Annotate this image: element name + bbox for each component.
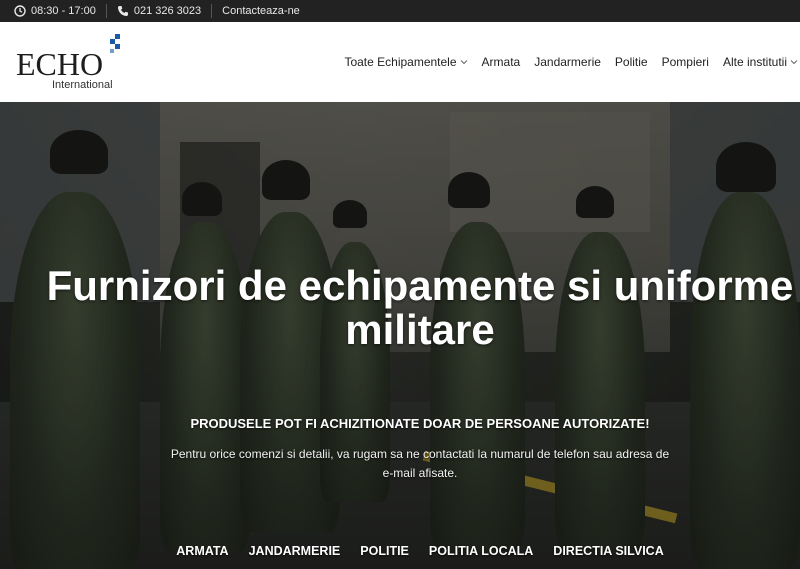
nav-label: Alte institutii <box>722 55 787 69</box>
logo-name: ECHO <box>16 46 104 82</box>
main-nav: Toate Echipamentele Armata Jandarmerie P… <box>344 22 800 102</box>
logo-mark-icon <box>110 34 120 53</box>
logo[interactable]: ECHO International <box>16 34 126 92</box>
category-link-directia-silvica[interactable]: DIRECTIA SILVICA <box>553 544 663 558</box>
hero-banner: Furnizori de echipamente si uniforme mil… <box>0 102 800 569</box>
nav-label: Politie <box>614 55 648 69</box>
nav-label: Toate Echipamentele <box>344 55 457 69</box>
category-link-jandarmerie[interactable]: JANDARMERIE <box>249 544 341 558</box>
working-hours: 08:30 - 17:00 <box>0 0 106 22</box>
phone-icon <box>117 6 128 16</box>
divider <box>211 4 213 18</box>
nav-item-pompieri[interactable]: Pompieri <box>662 55 709 69</box>
contact-link[interactable]: Contacteaza-ne <box>222 0 310 22</box>
contact-text: Contacteaza-ne <box>222 5 300 17</box>
chevron-down-icon <box>460 60 467 65</box>
nav-label: Armata <box>481 55 521 69</box>
nav-item-armata[interactable]: Armata <box>482 55 521 69</box>
category-link-politia-locala[interactable]: POLITIA LOCALA <box>429 544 533 558</box>
nav-label: Pompieri <box>661 55 709 69</box>
divider <box>105 4 107 18</box>
category-link-armata[interactable]: ARMATA <box>176 544 228 558</box>
nav-item-politie[interactable]: Politie <box>615 55 648 69</box>
hours-text: 08:30 - 17:00 <box>31 5 96 17</box>
hero-notice: PRODUSELE POT FI ACHIZITIONATE DOAR DE P… <box>190 416 650 431</box>
clock-icon <box>14 5 26 17</box>
nav-label: Jandarmerie <box>534 55 601 69</box>
nav-item-toate-echipamentele[interactable]: Toate Echipamentele <box>344 55 467 69</box>
nav-item-jandarmerie[interactable]: Jandarmerie <box>534 55 601 69</box>
phone-link[interactable]: 021 326 3023 <box>117 0 211 22</box>
hero-subtext: Pentru orice comenzi si detalii, va ruga… <box>170 447 670 480</box>
category-link-politie[interactable]: POLITIE <box>360 544 409 558</box>
hero-title: Furnizori de echipamente si uniforme mil… <box>46 262 794 353</box>
site-header: ECHO International Toate Echipamentele A… <box>0 22 800 102</box>
top-bar: 08:30 - 17:00 021 326 3023 Contacteaza-n… <box>0 0 800 22</box>
nav-item-alte-institutii[interactable]: Alte institutii <box>723 55 798 69</box>
category-links: ARMATA JANDARMERIE POLITIE POLITIA LOCAL… <box>0 544 800 558</box>
chevron-down-icon <box>790 60 798 65</box>
phone-text: 021 326 3023 <box>133 5 202 17</box>
logo-subtitle: International <box>52 79 113 91</box>
